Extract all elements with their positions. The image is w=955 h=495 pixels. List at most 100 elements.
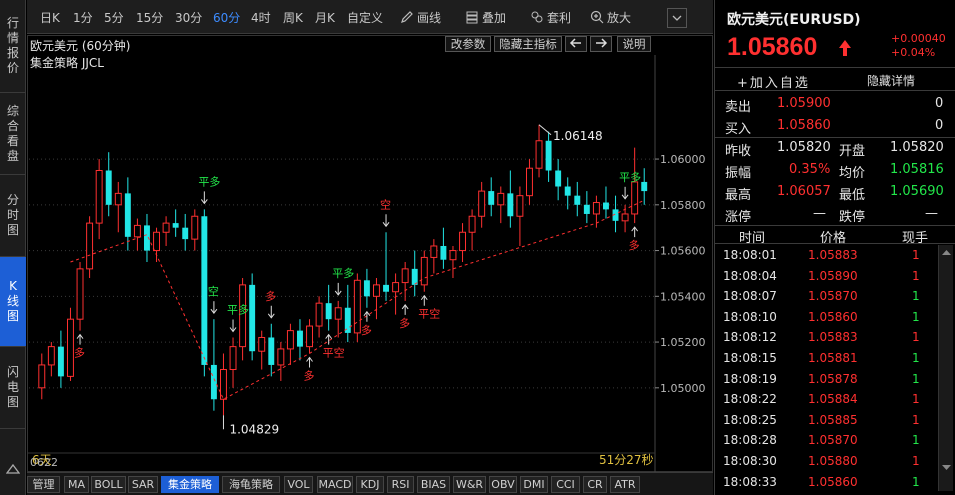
hide-indicator-button[interactable]: 隐藏主指标	[494, 36, 562, 52]
stats-row-1: 昨收 1.05820 开盘 1.05820	[715, 137, 955, 159]
tab-cci[interactable]: CCI	[551, 476, 580, 493]
overlay-label: 叠加	[482, 11, 507, 25]
period-month[interactable]: 月K	[315, 10, 335, 26]
col-time: 时间	[739, 231, 766, 246]
candle-body	[430, 245, 438, 258]
sell-volume: 0	[935, 96, 944, 111]
kline-chart[interactable]: 1.06000 1.05800 1.05600 1.05400 1.05200 1.050…	[27, 35, 713, 472]
candle-body	[201, 216, 208, 365]
kline-svg[interactable]: 1.06000 1.05800 1.05600 1.05400 1.05200 1.050…	[27, 35, 713, 472]
col-volume: 现手	[902, 231, 929, 246]
tab-sar[interactable]: SAR	[128, 476, 158, 493]
tab-macd[interactable]: MACD	[317, 476, 353, 493]
trade-price: 1.05878	[808, 371, 858, 386]
tab-dmi[interactable]: DMI	[520, 476, 548, 493]
collapse-arrow-icon[interactable]	[6, 463, 20, 475]
candle-body	[124, 193, 131, 237]
signal-label: 空	[380, 197, 391, 211]
trade-time: 18:08:25	[723, 412, 777, 427]
candle-body	[488, 191, 495, 205]
arrow-left-icon	[569, 38, 581, 48]
tab-bias[interactable]: BIAS	[417, 476, 450, 493]
candle-body	[641, 181, 648, 192]
candle-body	[315, 302, 323, 327]
scrollbar[interactable]	[938, 245, 953, 491]
stats-row-3: 最高 1.06057 最低 1.05690	[715, 181, 955, 203]
signal-label: 多	[265, 289, 276, 303]
period-day[interactable]: 日K	[40, 10, 60, 26]
tab-obv[interactable]: OBV	[489, 476, 517, 493]
candle-body	[383, 284, 389, 292]
hide-detail-button[interactable]: 隐藏详情	[867, 72, 915, 89]
signal-label: 多	[74, 346, 85, 360]
arbitrage-label: 套利	[547, 11, 572, 25]
sell-price: 1.05900	[777, 96, 831, 111]
zoom-in-button[interactable]: 放大	[590, 10, 631, 26]
arrow-up-icon	[839, 40, 851, 56]
stats-row-4: 涨停 — 跌停 —	[715, 203, 955, 225]
tab-timeshare[interactable]: 分时图	[0, 175, 26, 257]
period-custom[interactable]: 自定义	[347, 10, 383, 26]
change-params-button[interactable]: 改参数	[445, 36, 491, 52]
limit-down-label: 跌停	[839, 210, 866, 225]
tab-kdj[interactable]: KDJ	[356, 476, 384, 493]
price-change: +0.00040 +0.04%	[891, 32, 946, 60]
period-week[interactable]: 周K	[283, 10, 303, 26]
overlay-button[interactable]: 叠加	[465, 10, 506, 26]
y-tick-label: 1.05200	[660, 336, 706, 349]
candle-body	[564, 186, 571, 196]
buy-row: 买入 1.05860 0	[715, 115, 955, 137]
tab-quotes[interactable]: 行情报价	[0, 0, 26, 93]
y-tick-label: 1.05400	[660, 290, 706, 303]
draw-line-label: 画线	[417, 11, 442, 25]
candle-body	[153, 231, 160, 252]
tab-ma[interactable]: MA	[64, 476, 89, 493]
period-30min[interactable]: 30分	[175, 10, 202, 26]
period-60min[interactable]: 60分	[213, 10, 240, 26]
arbitrage-button[interactable]: 套利	[530, 10, 571, 26]
candle-body	[497, 192, 505, 206]
trade-row: 18:08:28 1.05870 1	[715, 430, 937, 451]
signal-label: 平多	[198, 174, 220, 188]
dropdown-button[interactable]	[667, 8, 687, 28]
trade-row: 18:08:33 1.05860 1	[715, 472, 937, 493]
tab-flash[interactable]: 闪电图	[0, 347, 26, 429]
scroll-down-icon[interactable]	[939, 460, 954, 475]
tab-atr[interactable]: ATR	[610, 476, 640, 493]
low-label: 最低	[839, 188, 866, 203]
period-15min[interactable]: 15分	[136, 10, 163, 26]
tab-turtle[interactable]: 海龟策略	[222, 476, 280, 493]
tab-flash-label: 电	[6, 380, 19, 394]
tab-wr[interactable]: W&R	[453, 476, 486, 493]
high-value: 1.06057	[777, 184, 831, 199]
tab-boll[interactable]: BOLL	[91, 476, 126, 493]
period-4h[interactable]: 4时	[251, 10, 271, 26]
trades-header: 时间 价格 现手	[715, 225, 955, 246]
trade-time: 18:08:22	[723, 392, 777, 407]
tab-overview-label: 综	[6, 103, 19, 118]
scroll-up-icon[interactable]	[939, 245, 954, 260]
prev-button[interactable]	[565, 36, 587, 52]
draw-line-button[interactable]: 画线	[400, 10, 441, 26]
help-button[interactable]: 说明	[617, 36, 651, 52]
tab-quotes-label: 报	[6, 46, 19, 60]
tab-overview[interactable]: 综合看盘	[0, 93, 26, 175]
next-button[interactable]	[590, 36, 612, 52]
trade-price: 1.05884	[808, 392, 858, 407]
candle-body	[57, 346, 64, 377]
tab-vol[interactable]: VOL	[284, 476, 313, 493]
period-5min[interactable]: 5分	[104, 10, 124, 26]
tab-cr[interactable]: CR	[583, 476, 607, 493]
tab-jjcl[interactable]: 集金策略	[161, 476, 219, 493]
tab-rsi[interactable]: RSI	[387, 476, 414, 493]
signal-label: 平多	[227, 302, 249, 316]
trade-time: 18:08:15	[723, 351, 777, 365]
tab-kline[interactable]: K线图	[0, 257, 26, 347]
symbol-title: 欧元美元(EURUSD)	[727, 12, 861, 28]
stack-icon	[466, 11, 478, 24]
add-watchlist-button[interactable]: +加入自选	[737, 72, 810, 91]
tab-quotes-label: 行	[6, 16, 19, 30]
period-1min[interactable]: 1分	[73, 10, 93, 26]
candle-body	[583, 204, 590, 214]
tab-manage[interactable]: 管理	[27, 476, 60, 493]
